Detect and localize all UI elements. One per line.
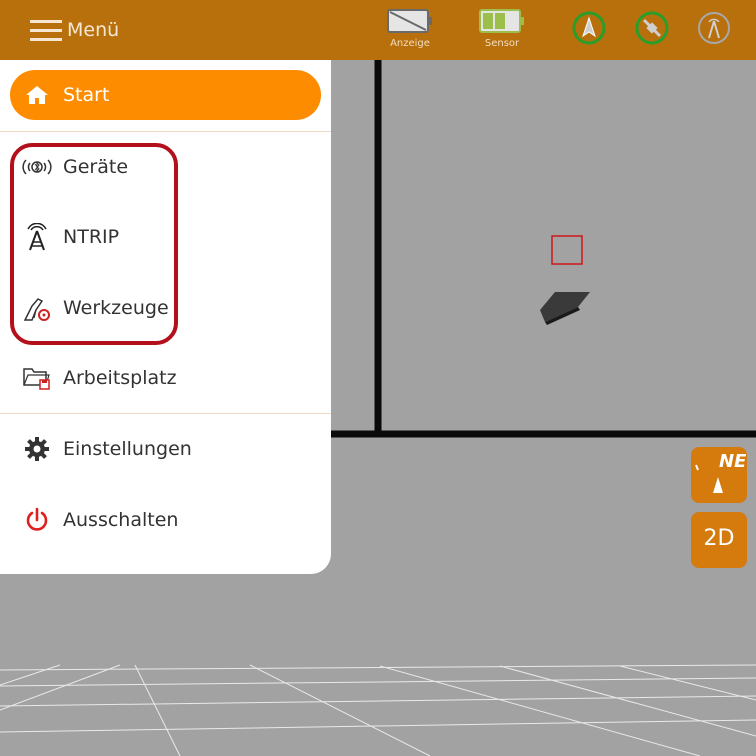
home-icon: [22, 80, 52, 110]
menu-button[interactable]: Menü: [30, 14, 119, 46]
gear-icon: [22, 434, 52, 464]
menu-item-label: Start: [63, 84, 110, 106]
sensor-battery-status[interactable]: Sensor: [467, 8, 537, 49]
satellite-icon: [635, 11, 669, 45]
north-arrow-status-icon: [572, 11, 606, 45]
hamburger-icon: [30, 20, 62, 41]
satellite-status-button[interactable]: [635, 11, 669, 45]
display-battery-status[interactable]: Anzeige: [375, 8, 445, 49]
top-bar: Menü Anzeige Sensor: [0, 0, 756, 60]
sensor-battery-icon: [479, 9, 524, 33]
menu-label: Menü: [67, 19, 120, 41]
antenna-status-icon: [698, 12, 730, 44]
sensor-caption: Sensor: [484, 38, 520, 49]
sensor-marker: [540, 235, 590, 325]
menu-item-label: Arbeitsplatz: [63, 367, 177, 389]
view-mode-button[interactable]: 2D: [691, 512, 747, 568]
menu-item-shutdown[interactable]: Ausschalten: [10, 495, 321, 545]
gnss-status-button[interactable]: [572, 11, 606, 45]
display-battery-icon: [387, 9, 432, 33]
display-caption: Anzeige: [390, 38, 430, 49]
menu-divider: [0, 131, 331, 132]
menu-item-label: Ausschalten: [63, 509, 179, 531]
folder-icon: [22, 363, 52, 393]
boundary-lines: [330, 60, 756, 438]
ground-grid: [0, 664, 756, 756]
menu-item-start[interactable]: Start: [10, 70, 321, 120]
annotation-highlight-box: [10, 143, 178, 345]
menu-divider: [0, 413, 331, 414]
menu-item-label: Einstellungen: [63, 438, 192, 460]
menu-item-settings[interactable]: Einstellungen: [10, 424, 321, 474]
ntrip-status-button[interactable]: [697, 11, 731, 45]
menu-item-workspace[interactable]: Arbeitsplatz: [10, 353, 321, 403]
view-mode-label: 2D: [703, 526, 735, 551]
compass-button[interactable]: NE: [691, 447, 747, 503]
power-icon: [22, 505, 52, 535]
compass-arrow-icon: [695, 464, 723, 493]
